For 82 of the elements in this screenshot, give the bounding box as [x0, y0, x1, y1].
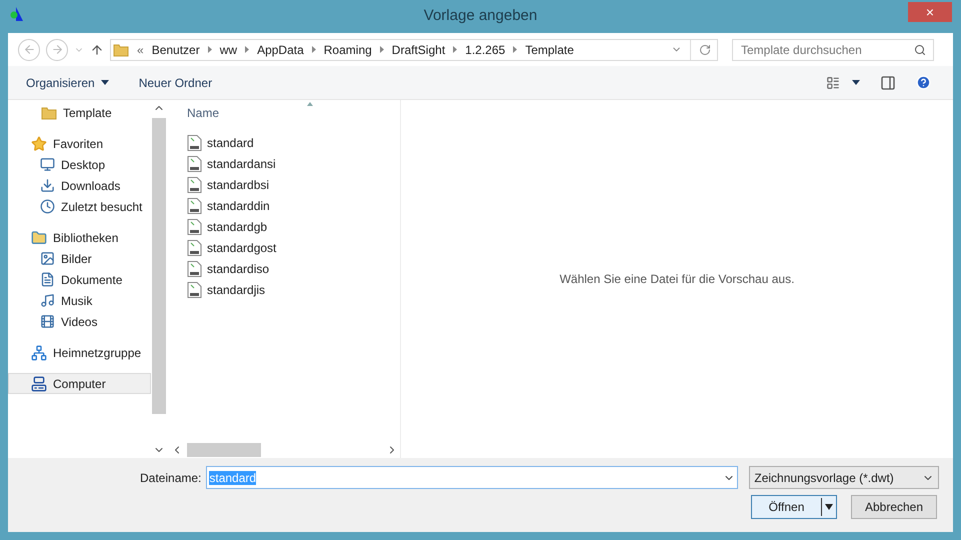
file-item[interactable]: standardiso — [207, 260, 270, 278]
separator-icon — [312, 46, 316, 53]
drawing-file-icon — [187, 134, 202, 150]
forward-button[interactable] — [46, 38, 68, 60]
separator-icon — [208, 46, 212, 53]
download-icon — [40, 178, 55, 193]
nav-item[interactable]: Desktop — [8, 154, 151, 175]
nav-item[interactable]: Zuletzt besucht — [8, 196, 151, 217]
folder-icon — [31, 230, 47, 246]
clock-icon — [40, 199, 55, 214]
new-folder-button[interactable]: Neuer Ordner — [138, 74, 212, 92]
cancel-button[interactable]: Abbrechen — [851, 495, 937, 519]
nav-item[interactable]: Downloads — [8, 175, 151, 196]
nav-item[interactable]: Heimnetzgruppe — [8, 342, 151, 363]
nav-item[interactable]: Template — [8, 102, 151, 123]
drawing-file-icon — [187, 218, 202, 234]
nav-item[interactable]: Dokumente — [8, 269, 151, 290]
nav-item[interactable]: Computer — [8, 373, 151, 394]
film-icon — [40, 314, 55, 329]
preview-message: Wählen Sie eine Datei für die Vorschau aus. — [560, 271, 794, 288]
breadcrumb-item[interactable]: ww — [220, 40, 238, 58]
drawing-file-icon — [187, 156, 202, 172]
breadcrumb-item[interactable]: Benutzer — [152, 40, 200, 58]
left-arrow-icon — [22, 43, 36, 56]
drawing-file-icon — [187, 282, 202, 298]
search-field[interactable]: Template durchsuchen — [732, 38, 934, 60]
computer-icon — [31, 376, 47, 392]
filetype-select[interactable]: Zeichnungsvorlage (*.dwt) — [749, 466, 940, 489]
right-arrow-icon — [50, 43, 64, 56]
document-icon — [40, 272, 55, 287]
caret-icon[interactable] — [852, 80, 860, 85]
close-button[interactable]: × — [908, 2, 952, 22]
overflow-marker: « — [137, 42, 144, 58]
search-icon — [914, 44, 926, 56]
file-item[interactable]: standardbsi — [207, 176, 270, 194]
breadcrumb-item[interactable]: Template — [525, 40, 574, 58]
network-icon — [31, 344, 47, 360]
file-item[interactable]: standarddin — [207, 196, 270, 214]
view-options-icon[interactable] — [826, 76, 840, 90]
drawing-file-icon — [187, 176, 202, 192]
nav-item[interactable]: Musik — [8, 290, 151, 311]
nav-item[interactable]: Favoriten — [8, 133, 151, 154]
up-icon[interactable] — [90, 42, 104, 56]
nav-item[interactable]: Bibliotheken — [8, 227, 151, 248]
file-item[interactable]: standard — [207, 134, 254, 152]
folder-icon — [41, 104, 57, 120]
separator-icon — [453, 46, 458, 53]
file-item[interactable]: standardgost — [207, 238, 276, 256]
organize-button[interactable]: Organisieren — [26, 74, 109, 92]
help-icon[interactable] — [916, 75, 931, 90]
monitor-icon — [40, 157, 55, 172]
caret-icon — [822, 504, 836, 510]
address-bar[interactable]: « Benutzer ww AppData Roaming DraftSight 1.2.265 Template — [110, 38, 718, 60]
filename-label: Dateiname: — [140, 470, 202, 486]
app-logo-icon — [10, 6, 24, 22]
drawing-file-icon — [187, 198, 202, 214]
star-icon — [31, 136, 47, 152]
file-item[interactable]: standardgb — [207, 218, 268, 236]
refresh-icon[interactable] — [699, 44, 711, 56]
breadcrumb-item[interactable]: AppData — [257, 40, 304, 58]
breadcrumb-item[interactable]: 1.2.265 — [465, 40, 506, 58]
image-icon — [40, 251, 55, 266]
music-note-icon — [40, 293, 55, 308]
nav-item[interactable]: Videos — [8, 311, 151, 332]
column-header[interactable]: Name — [187, 104, 220, 122]
file-item[interactable]: standardansi — [207, 154, 276, 172]
folder-icon — [113, 42, 129, 58]
drawing-file-icon — [187, 260, 202, 276]
breadcrumb-item[interactable]: Roaming — [324, 40, 372, 58]
preview-pane-icon[interactable] — [880, 74, 896, 90]
nav-item[interactable]: Bilder — [8, 248, 151, 269]
drawing-file-icon — [187, 240, 202, 256]
caret-icon — [100, 80, 109, 85]
separator-icon — [513, 46, 518, 53]
sort-arrow-icon — [307, 102, 313, 106]
separator-icon — [245, 46, 250, 53]
breadcrumb-item[interactable]: DraftSight — [392, 40, 446, 58]
open-button[interactable]: Öffnen — [751, 495, 837, 519]
file-item[interactable]: standardjis — [207, 280, 266, 298]
separator-icon — [380, 46, 384, 53]
window-title: Vorlage angeben — [424, 6, 538, 26]
back-button[interactable] — [18, 38, 40, 60]
